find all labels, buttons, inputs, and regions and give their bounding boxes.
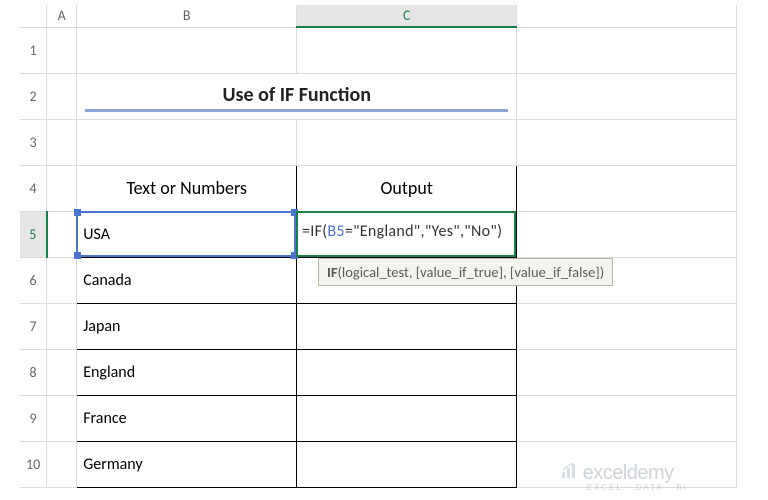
cell-a8[interactable]: [47, 349, 77, 395]
cell-c10[interactable]: [297, 441, 517, 487]
row-header-3[interactable]: 3: [20, 119, 47, 165]
title-cell[interactable]: Use of IF Function: [77, 73, 517, 119]
cell-d3[interactable]: [517, 119, 737, 165]
cell-a3[interactable]: [47, 119, 77, 165]
worksheet-grid[interactable]: A B C 1 2 Use of IF Function 3 4 Text or…: [20, 5, 737, 488]
watermark-name: exceldemy: [583, 462, 674, 484]
cell-a7[interactable]: [47, 303, 77, 349]
header-text-or-numbers[interactable]: Text or Numbers: [77, 165, 297, 211]
cell-c3[interactable]: [297, 119, 517, 165]
row-header-4[interactable]: 4: [20, 165, 47, 211]
row-header-2[interactable]: 2: [20, 73, 47, 119]
cell-c8[interactable]: [297, 349, 517, 395]
cell-b1[interactable]: [77, 27, 297, 73]
cell-d7[interactable]: [517, 303, 737, 349]
cell-b9[interactable]: France: [77, 395, 297, 441]
row-header-10[interactable]: 10: [20, 441, 47, 487]
cell-d2[interactable]: [517, 73, 737, 119]
watermark: exceldemy EXCEL · DATA · BI: [561, 462, 688, 492]
cell-d8[interactable]: [517, 349, 737, 395]
cell-b8[interactable]: England: [77, 349, 297, 395]
cell-b3[interactable]: [77, 119, 297, 165]
column-header-row: A B C: [20, 5, 737, 27]
row-header-9[interactable]: 9: [20, 395, 47, 441]
row-header-1[interactable]: 1: [20, 27, 47, 73]
tooltip-fn-name: IF: [327, 263, 338, 281]
cell-c1[interactable]: [297, 27, 517, 73]
cell-d1[interactable]: [517, 27, 737, 73]
header-output[interactable]: Output: [297, 165, 517, 211]
formula-prefix: =IF(: [302, 222, 327, 241]
cell-b7[interactable]: Japan: [77, 303, 297, 349]
cell-c7[interactable]: [297, 303, 517, 349]
cell-c9[interactable]: [297, 395, 517, 441]
cell-a4[interactable]: [47, 165, 77, 211]
cell-a9[interactable]: [47, 395, 77, 441]
row-header-7[interactable]: 7: [20, 303, 47, 349]
cell-a2[interactable]: [47, 73, 77, 119]
tooltip-signature: (logical_test, [value_if_true], [value_i…: [338, 263, 605, 281]
row-header-6[interactable]: 6: [20, 257, 47, 303]
col-header-a[interactable]: A: [47, 5, 77, 27]
row-header-8[interactable]: 8: [20, 349, 47, 395]
formula-cell-ref: B5: [327, 222, 344, 241]
cell-a10[interactable]: [47, 441, 77, 487]
cell-b5[interactable]: USA: [77, 211, 297, 257]
cell-a1[interactable]: [47, 27, 77, 73]
formula-suffix: ="England","Yes","No"): [345, 222, 502, 241]
cell-a5[interactable]: [47, 211, 77, 257]
cell-d4[interactable]: [517, 165, 737, 211]
watermark-tagline: EXCEL · DATA · BI: [587, 483, 688, 492]
col-header-b[interactable]: B: [77, 5, 297, 27]
cell-b10[interactable]: Germany: [77, 441, 297, 487]
function-tooltip[interactable]: IF(logical_test, [value_if_true], [value…: [318, 258, 613, 286]
corner-cell[interactable]: [20, 5, 47, 27]
col-header-c[interactable]: C: [297, 5, 517, 27]
page-title: Use of IF Function: [85, 83, 508, 112]
col-header-pad: [517, 5, 737, 27]
chart-icon: [561, 462, 579, 485]
cell-b6[interactable]: Canada: [77, 257, 297, 303]
cell-d9[interactable]: [517, 395, 737, 441]
row-header-5[interactable]: 5: [20, 211, 47, 257]
formula-editor[interactable]: =IF(B5="England","Yes","No"): [302, 222, 502, 241]
cell-d5[interactable]: [517, 211, 737, 257]
cell-a6[interactable]: [47, 257, 77, 303]
